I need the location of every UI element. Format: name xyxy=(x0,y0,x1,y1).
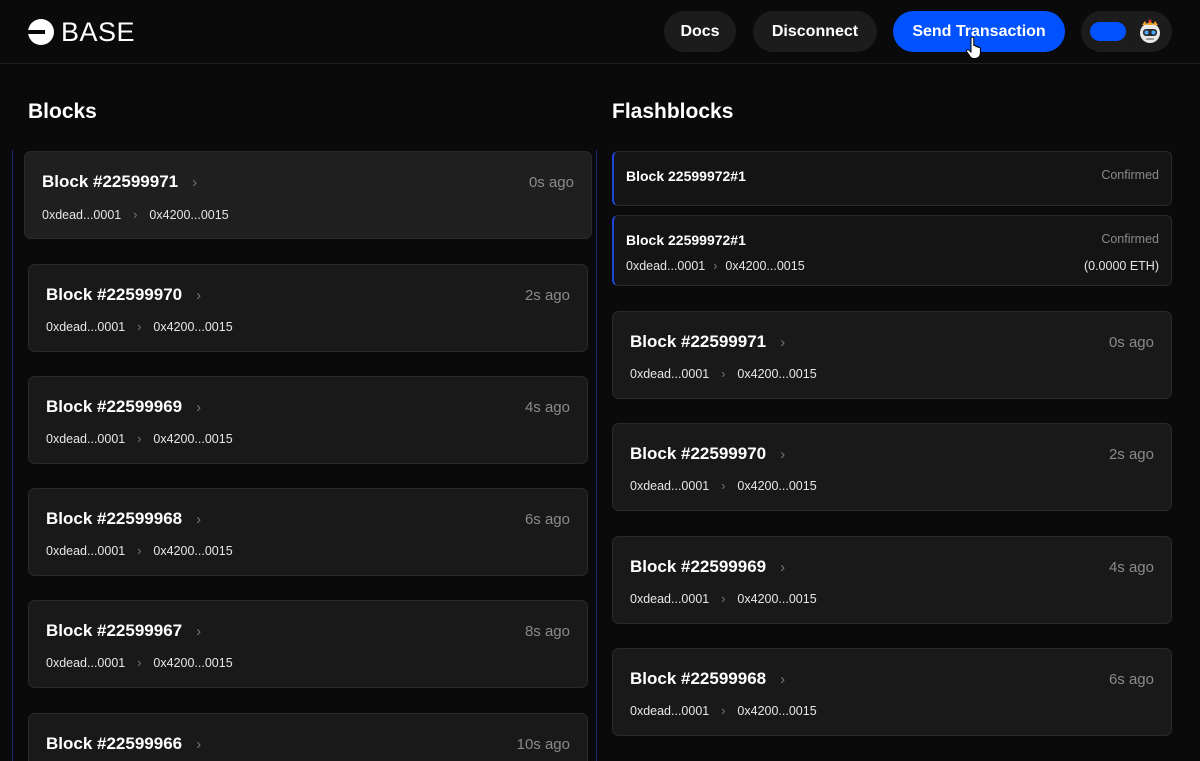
block-title: Block #22599968 xyxy=(46,509,183,528)
chevron-right-icon: › xyxy=(196,287,202,304)
chevron-right-icon: › xyxy=(196,623,202,640)
base-logo[interactable]: BASE xyxy=(28,16,136,47)
block-time: 0s ago xyxy=(1108,334,1154,351)
arrow-right-icon: › xyxy=(721,704,726,718)
from-address: 0xdead...0001 xyxy=(630,479,710,493)
block-title: Block #22599969 xyxy=(46,397,183,416)
disconnect-button[interactable]: Disconnect xyxy=(753,11,877,52)
to-address: 0x4200...0015 xyxy=(737,479,817,493)
from-address: 0xdead...0001 xyxy=(626,259,706,273)
from-address: 0xdead...0001 xyxy=(46,544,126,558)
block-time: 4s ago xyxy=(524,399,570,416)
to-address: 0x4200...0015 xyxy=(737,704,817,718)
from-address: 0xdead...0001 xyxy=(630,704,710,718)
arrow-right-icon: › xyxy=(137,656,142,670)
block-card[interactable]: Block #22599969 › 4s ago 0xdead...0001 › 0x… xyxy=(612,536,1172,624)
block-card[interactable]: Block #22599966 › 10s ago xyxy=(28,713,588,761)
arrow-right-icon: › xyxy=(721,367,726,381)
arrow-right-icon: › xyxy=(713,259,718,273)
block-time: 4s ago xyxy=(1108,559,1154,576)
from-address: 0xdead...0001 xyxy=(630,367,710,381)
to-address: 0x4200...0015 xyxy=(153,656,233,670)
to-address: 0x4200...0015 xyxy=(149,208,229,222)
block-time: 6s ago xyxy=(1108,671,1154,688)
from-address: 0xdead...0001 xyxy=(46,656,126,670)
chevron-right-icon: › xyxy=(196,399,202,416)
block-title: Block #22599969 xyxy=(630,557,767,576)
block-time: 2s ago xyxy=(1108,446,1154,463)
block-title: Block #22599966 xyxy=(46,734,183,753)
chevron-right-icon: › xyxy=(196,736,202,753)
arrow-right-icon: › xyxy=(137,544,142,558)
block-card[interactable]: Block #22599968 › 6s ago 0xdead...0001 › 0x… xyxy=(612,648,1172,736)
arrow-right-icon: › xyxy=(721,592,726,606)
to-address: 0x4200...0015 xyxy=(153,544,233,558)
base-logo-icon xyxy=(28,19,54,45)
to-address: 0x4200...0015 xyxy=(725,259,805,273)
hand-cursor-icon xyxy=(966,37,981,59)
flashblock-card[interactable]: Block 22599972#1 Confirmed 0xdead...0001… xyxy=(612,215,1172,286)
chevron-right-icon: › xyxy=(780,334,786,351)
top-nav: BASE Docs Disconnect Send Transaction xyxy=(0,0,1200,64)
block-time: 6s ago xyxy=(524,511,570,528)
chevron-right-icon: › xyxy=(192,174,198,191)
docs-button[interactable]: Docs xyxy=(664,11,736,52)
block-title: Block #22599967 xyxy=(46,621,183,640)
timeline-line xyxy=(596,150,597,761)
chevron-right-icon: › xyxy=(780,671,786,688)
from-address: 0xdead...0001 xyxy=(46,320,126,334)
block-card[interactable]: Block #22599970 › 2s ago 0xdead...0001 › 0x… xyxy=(28,264,588,352)
flashblock-card[interactable]: Block 22599972#1 Confirmed xyxy=(612,151,1172,206)
block-card[interactable]: Block #22599969 › 4s ago 0xdead...0001 › 0x… xyxy=(28,376,588,464)
block-time: 0s ago xyxy=(528,174,574,191)
block-title: Block #22599971 xyxy=(630,332,767,351)
block-title: Block #22599970 xyxy=(630,444,767,463)
from-address: 0xdead...0001 xyxy=(46,432,126,446)
from-address: 0xdead...0001 xyxy=(630,592,710,606)
block-title: Block #22599970 xyxy=(46,285,183,304)
block-card[interactable]: Block #22599971 › 0s ago 0xdead...0001 › 0x… xyxy=(612,311,1172,399)
from-address: 0xdead...0001 xyxy=(42,208,122,222)
flashblocks-heading: Flashblocks xyxy=(612,100,734,123)
block-title: Block #22599968 xyxy=(630,669,767,688)
timeline-line xyxy=(12,150,13,761)
arrow-right-icon: › xyxy=(137,432,142,446)
block-time: 8s ago xyxy=(524,623,570,640)
arrow-right-icon: › xyxy=(137,320,142,334)
block-card[interactable]: Block #22599967 › 8s ago 0xdead...0001 › 0x… xyxy=(28,600,588,688)
chevron-right-icon: › xyxy=(780,446,786,463)
chevron-right-icon: › xyxy=(780,559,786,576)
status-badge: Confirmed xyxy=(1101,232,1159,246)
arrow-right-icon: › xyxy=(721,479,726,493)
to-address: 0x4200...0015 xyxy=(153,320,233,334)
to-address: 0x4200...0015 xyxy=(737,367,817,381)
status-badge: Confirmed xyxy=(1101,168,1159,182)
block-title: Block #22599971 xyxy=(42,172,179,191)
to-address: 0x4200...0015 xyxy=(153,432,233,446)
eth-value: (0.0000 ETH) xyxy=(1083,259,1159,273)
wallet-menu[interactable] xyxy=(1081,11,1172,52)
block-card[interactable]: Block #22599970 › 2s ago 0xdead...0001 › 0x… xyxy=(612,423,1172,511)
robot-avatar-icon xyxy=(1140,19,1160,43)
block-card[interactable]: Block #22599971 › 0s ago 0xdead...0001 › 0x… xyxy=(24,151,592,239)
flashblock-title: Block 22599972#1 xyxy=(626,232,746,248)
blocks-heading: Blocks xyxy=(28,100,97,123)
block-card[interactable]: Block #22599968 › 6s ago 0xdead...0001 › 0x… xyxy=(28,488,588,576)
arrow-right-icon: › xyxy=(133,208,138,222)
logo-text: BASE xyxy=(61,16,136,47)
chevron-right-icon: › xyxy=(196,511,202,528)
block-time: 10s ago xyxy=(516,736,570,753)
to-address: 0x4200...0015 xyxy=(737,592,817,606)
wallet-toggle[interactable] xyxy=(1090,22,1126,41)
block-time: 2s ago xyxy=(524,287,570,304)
flashblock-title: Block 22599972#1 xyxy=(626,168,746,184)
